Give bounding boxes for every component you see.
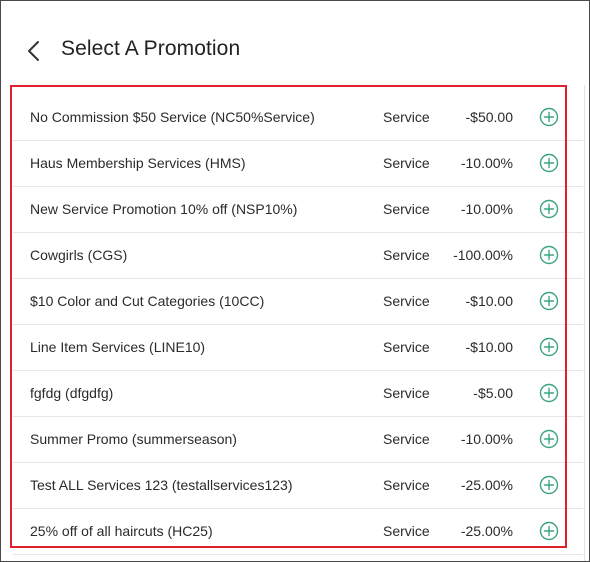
plus-circle-icon [539,429,559,449]
promotion-amount: -10.00% [460,155,513,171]
add-promotion-button[interactable] [539,199,559,219]
add-promotion-button[interactable] [539,245,559,265]
promotion-name: Cowgirls (CGS) [30,247,128,263]
promotion-row[interactable]: No Commission $50 Service (NC50%Service)… [13,95,583,141]
promotion-type: Service [383,477,430,493]
plus-circle-icon [539,383,559,403]
promotion-row[interactable]: Test ALL Services 123 (testallservices12… [13,463,583,509]
promotion-type: Service [383,247,430,263]
promotion-name: $10 Color and Cut Categories (10CC) [30,293,265,309]
promotion-type: Service [383,385,430,401]
promotion-amount: -$50.00 [465,109,513,125]
plus-circle-icon [539,291,559,311]
promotion-row[interactable]: Summer Promo (summerseason) Service -10.00… [13,417,583,463]
add-promotion-button[interactable] [539,475,559,495]
add-promotion-button[interactable] [539,153,559,173]
promotion-type: Service [383,201,430,217]
promotion-amount: -$10.00 [465,339,513,355]
promotion-name: No Commission $50 Service (NC50%Service) [30,109,315,125]
promotion-amount: -$5.00 [473,385,513,401]
add-promotion-button[interactable] [539,291,559,311]
plus-circle-icon [539,107,559,127]
promotion-amount: -25.00% [460,477,513,493]
add-promotion-button[interactable] [539,383,559,403]
promotion-name: Haus Membership Services (HMS) [30,155,246,171]
promotion-name: Summer Promo (summerseason) [30,431,237,447]
promotion-row[interactable]: Line Item Services (LINE10) Service -$10.0… [13,325,583,371]
promotion-type: Service [383,155,430,171]
promotion-name: Test ALL Services 123 (testallservices12… [30,477,293,493]
scroll-edge [584,85,585,561]
promotion-amount: -10.00% [460,431,513,447]
add-promotion-button[interactable] [539,429,559,449]
plus-circle-icon [539,245,559,265]
promotion-row[interactable]: fgfdg (dfgdfg) Service -$5.00 [13,371,583,417]
page-title: Select A Promotion [61,37,241,60]
plus-circle-icon [539,337,559,357]
promotion-amount: -100.00% [453,247,513,263]
promotion-name: New Service Promotion 10% off (NSP10%) [30,201,298,217]
plus-circle-icon [539,521,559,541]
promotion-amount: -25.00% [460,523,513,539]
promotion-row[interactable]: Haus Membership Services (HMS) Service -10… [13,141,583,187]
dialog-header: Select A Promotion [1,1,589,85]
promotion-type: Service [383,523,430,539]
promotion-row[interactable]: $10 Color and Cut Categories (10CC) Servi… [13,279,583,325]
promotion-type: Service [383,339,430,355]
add-promotion-button[interactable] [539,107,559,127]
promotion-name: Line Item Services (LINE10) [30,339,206,355]
promotion-list: No Commission $50 Service (NC50%Service)… [13,95,583,555]
promotion-type: Service [383,293,430,309]
back-button[interactable] [23,37,47,65]
chevron-left-icon [28,41,39,61]
promotion-name: 25% off of all haircuts (HC25) [30,523,213,539]
add-promotion-button[interactable] [539,337,559,357]
promotion-name: fgfdg (dfgdfg) [30,385,114,401]
plus-circle-icon [539,475,559,495]
promotion-type: Service [383,109,430,125]
promotion-row[interactable]: 25% off of all haircuts (HC25) Service -25… [13,509,583,555]
promotion-row[interactable]: New Service Promotion 10% off (NSP10%) Se… [13,187,583,233]
promotion-type: Service [383,431,430,447]
promotion-amount: -10.00% [460,201,513,217]
promotion-row[interactable]: Cowgirls (CGS) Service -100.00% [13,233,583,279]
plus-circle-icon [539,199,559,219]
promotion-amount: -$10.00 [465,293,513,309]
plus-circle-icon [539,153,559,173]
promotion-dialog: Select A Promotion No Commission $50 Ser… [0,0,590,562]
add-promotion-button[interactable] [539,521,559,541]
